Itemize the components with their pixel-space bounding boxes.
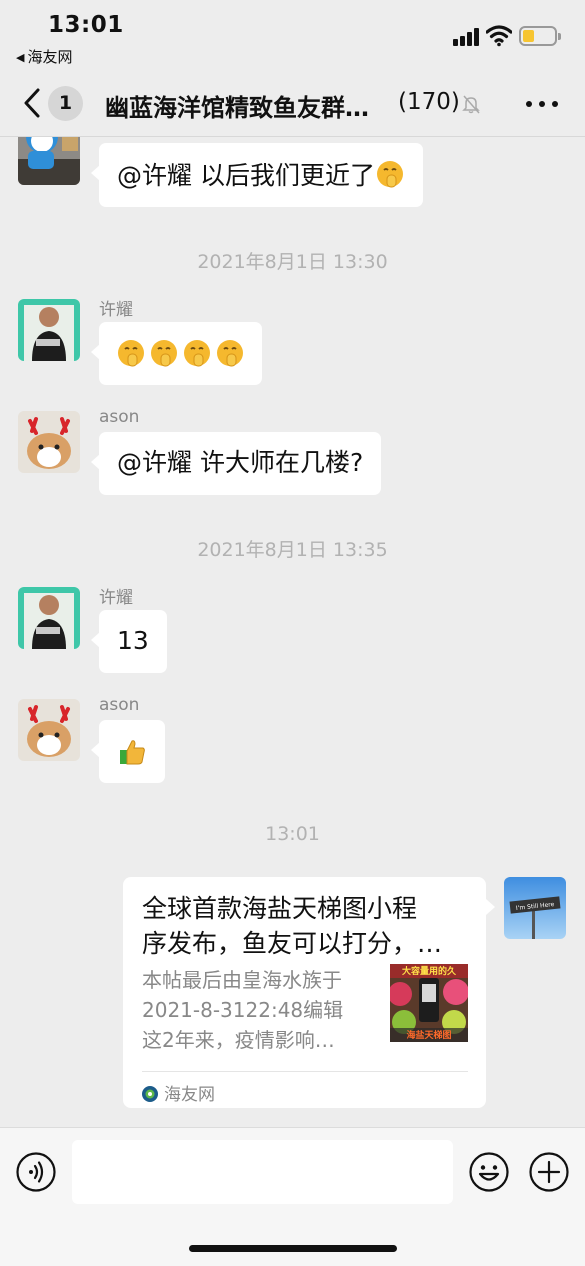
mute-bell-icon <box>462 95 480 114</box>
avatar-doraemon[interactable] <box>18 137 80 185</box>
message-bubble[interactable] <box>91 720 165 783</box>
shush-emoji-icon <box>184 340 210 367</box>
timestamp: 2021年8月1日 13:35 <box>197 539 388 561</box>
card-source: 海友网 <box>142 1080 215 1105</box>
timestamp: 13:01 <box>265 823 320 845</box>
shush-emoji-icon <box>118 340 144 367</box>
thumbs-up-emoji-icon <box>120 740 145 765</box>
message-bubble[interactable]: @许耀 许大师在几楼? <box>90 432 382 495</box>
back-app-label: 海友网 <box>27 48 73 66</box>
shush-emoji-icon <box>217 340 243 367</box>
shush-emoji-icon <box>376 161 403 188</box>
avatar-self[interactable]: I'm Still Here <box>504 877 566 939</box>
card-desc-line: 本帖最后由皇海水族于 <box>142 968 342 992</box>
battery-icon <box>519 26 561 46</box>
card-description: 本帖最后由皇海水族于 2021-8-3122:48编辑 这2年来，疫情影响… <box>142 965 377 1055</box>
card-desc-line: 这2年来，疫情影响… <box>142 1028 335 1052</box>
back-triangle-icon: ◀ <box>16 51 25 64</box>
card-title: 全球首款海盐天梯图小程 序发布，鱼友可以打分，… <box>142 891 472 961</box>
thumb-title-text: 大容量用的久 <box>402 965 457 977</box>
back-to-app-link[interactable]: ◀ 海友网 <box>16 46 72 67</box>
avatar-xuyao[interactable] <box>18 299 80 361</box>
chat-title: 幽蓝海洋馆精致鱼友群… <box>105 94 369 122</box>
card-title-line: 全球首款海盐天梯图小程 <box>142 894 418 923</box>
card-desc-line: 2021-8-3122:48编辑 <box>142 998 344 1022</box>
chat-header: 1 幽蓝海洋馆精致鱼友群… (170) <box>0 70 585 137</box>
message-bubble[interactable]: @许耀 以后我们更近了 <box>91 143 423 207</box>
shush-emoji-icon <box>151 340 177 367</box>
card-divider <box>142 1071 468 1072</box>
more-options-button[interactable] <box>526 101 558 107</box>
timestamp: 2021年8月1日 13:30 <box>197 251 388 273</box>
message-text: 13 <box>117 626 149 655</box>
card-thumbnail: 大容量用的久 海盐天梯图 <box>390 964 468 1042</box>
more-actions-plus-icon[interactable] <box>529 1152 569 1192</box>
avatar-ason[interactable] <box>18 411 80 473</box>
message-text: @许耀 以后我们更近了 <box>117 161 375 190</box>
shared-link-card[interactable]: 全球首款海盐天梯图小程 序发布，鱼友可以打分，… 本帖最后由皇海水族于 2021… <box>123 877 495 1108</box>
sender-name: 许耀 <box>99 588 133 608</box>
status-time: 13:01 <box>48 12 124 38</box>
message-bubble[interactable] <box>91 322 262 385</box>
message-input[interactable] <box>72 1140 453 1204</box>
haiyou-logo-icon <box>142 1086 158 1102</box>
member-count: (170) <box>398 89 460 115</box>
voice-input-icon[interactable] <box>16 1152 56 1192</box>
message-text: @许耀 许大师在几楼? <box>117 448 364 477</box>
wifi-icon <box>486 25 512 47</box>
avatar-xuyao[interactable] <box>18 587 80 649</box>
unread-count-badge[interactable]: 1 <box>48 86 83 121</box>
status-bar: 13:01 ◀ 海友网 <box>0 0 585 70</box>
back-chevron-icon[interactable] <box>18 86 48 120</box>
sender-name: 许耀 <box>99 300 133 320</box>
card-source-name: 海友网 <box>164 1085 215 1105</box>
sender-name: ason <box>99 695 140 715</box>
card-title-line: 序发布，鱼友可以打分，… <box>142 929 443 958</box>
message-bubble[interactable]: 13 <box>91 610 167 673</box>
avatar-ason[interactable] <box>18 699 80 761</box>
chat-message-list[interactable]: @许耀 以后我们更近了 2021年8月1日 13:30 许耀 ason @许耀 … <box>0 137 585 1127</box>
sender-name: ason <box>99 407 140 427</box>
thumb-bottom-text: 海盐天梯图 <box>406 1029 451 1041</box>
emoji-picker-icon[interactable] <box>469 1152 509 1192</box>
cellular-signal-icon <box>453 28 479 46</box>
home-indicator[interactable] <box>189 1245 397 1252</box>
